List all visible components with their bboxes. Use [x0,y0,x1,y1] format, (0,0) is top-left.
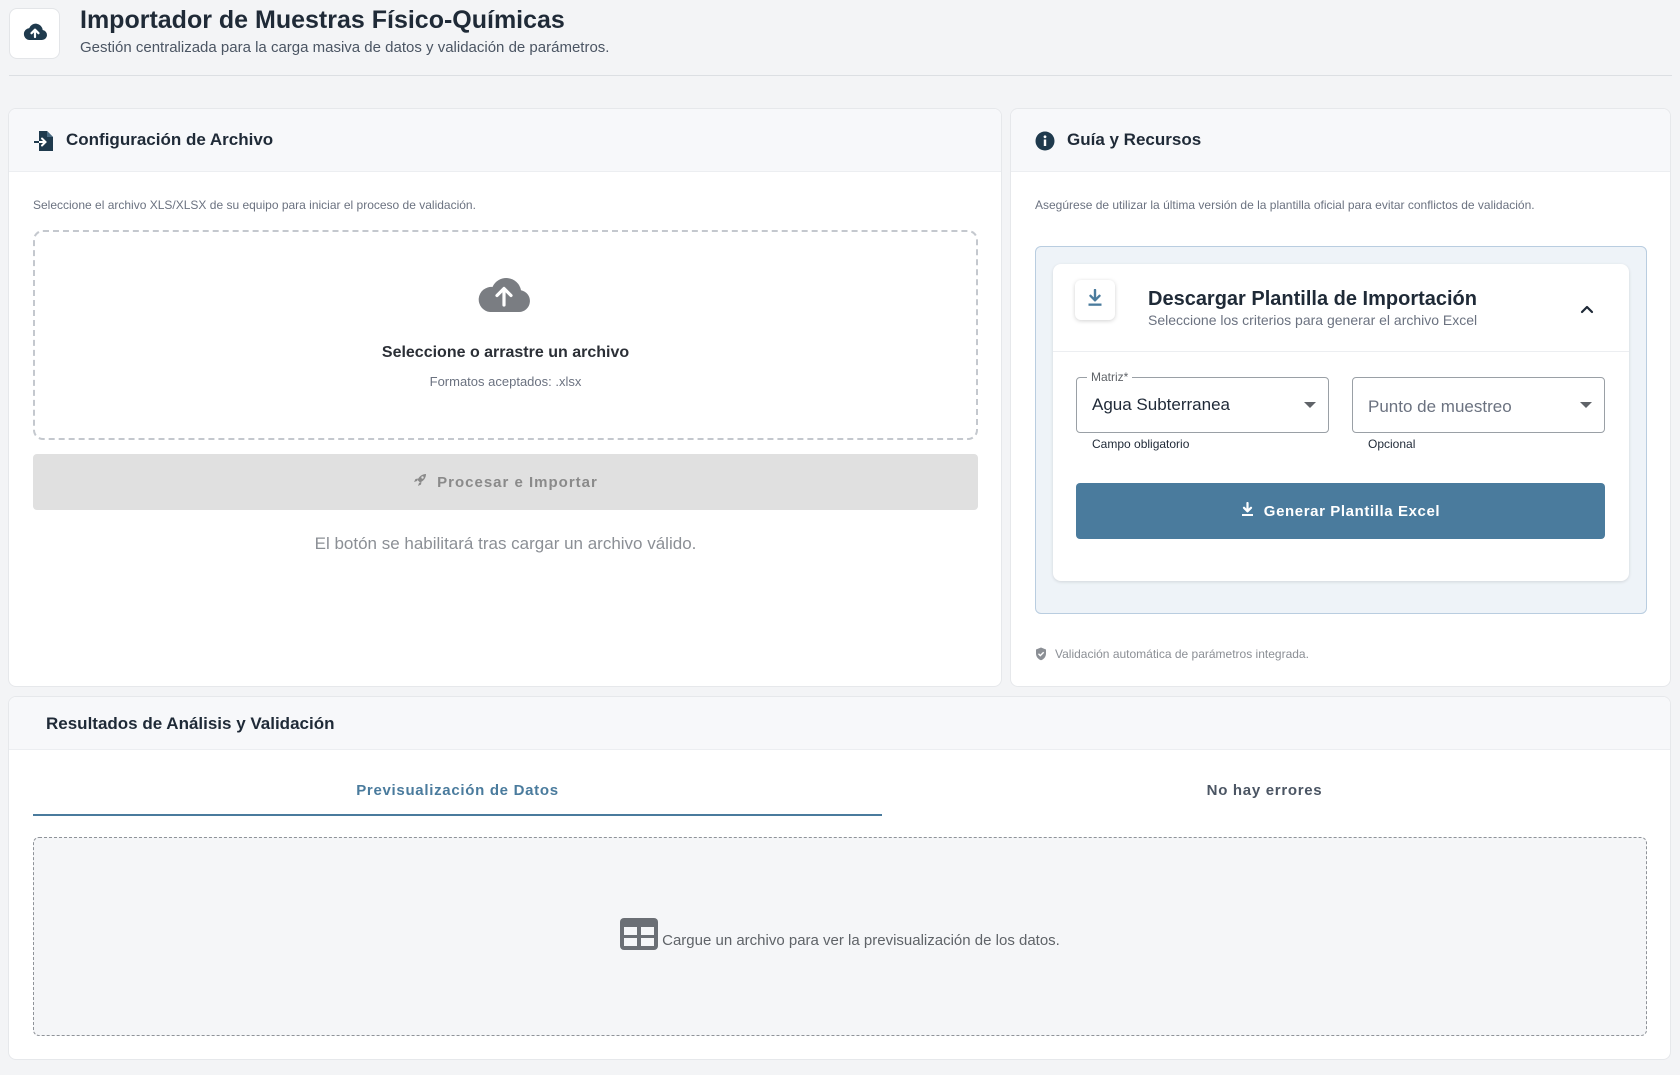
sampling-point-select[interactable]: Punto de muestreo [1352,377,1605,433]
page-subtitle: Gestión centralizada para la carga masiv… [80,39,610,56]
file-config-title: Configuración de Archivo [66,130,274,149]
template-download-panel: Descargar Plantilla de Importación Selec… [1053,264,1629,581]
tab-errors[interactable]: No hay errores [882,782,1647,816]
collapse-button[interactable] [1575,298,1599,322]
template-divider [1053,351,1629,352]
guide-title: Guía y Recursos [1067,130,1202,149]
shield-check-icon [1035,647,1047,666]
validation-note: Validación automática de parámetros inte… [1055,647,1309,661]
dropdown-caret-icon [1304,402,1316,408]
download-icon [1241,501,1254,521]
matrix-helper: Campo obligatorio [1092,437,1190,451]
tab-errors-label: No hay errores [1206,782,1323,799]
generate-template-button[interactable]: Generar Plantilla Excel [1076,483,1605,539]
guide-description: Asegúrese de utilizar la última versión … [1035,198,1535,212]
chevron-up-icon [1580,301,1594,319]
rocket-icon [413,473,427,491]
dropdown-caret-icon [1580,402,1592,408]
page-title: Importador de Muestras Físico-Químicas [80,6,565,34]
table-icon [620,918,659,955]
file-import-icon [33,130,55,157]
results-title: Resultados de Análisis y Validación [46,714,335,733]
download-icon [1087,288,1103,312]
template-subtitle: Seleccione los criterios para generar el… [1148,312,1478,328]
sampling-point-placeholder: Punto de muestreo [1368,397,1512,416]
dropzone-title: Seleccione o arrastre un archivo [381,344,630,361]
results-card: Resultados de Análisis y Validación Prev… [8,696,1671,1060]
process-hint: El botón se habilitará tras cargar un ar… [314,534,697,553]
cloud-upload-icon [477,274,531,319]
data-preview-area: Cargue un archivo para ver la previsuali… [33,837,1647,1036]
dropzone-formats: Formatos aceptados: .xlsx [429,374,582,389]
header-divider [9,75,1672,76]
file-dropzone[interactable]: Seleccione o arrastre un archivo Formato… [33,230,978,440]
process-import-button[interactable]: Procesar e Importar [33,454,978,510]
matrix-value: Agua Subterranea [1092,395,1230,414]
process-import-label: Procesar e Importar [437,473,598,491]
matrix-label: Matriz* [1087,370,1133,384]
cloud-upload-icon [22,21,48,46]
template-section: Descargar Plantilla de Importación Selec… [1035,246,1647,614]
template-title: Descargar Plantilla de Importación [1148,288,1477,310]
template-icon-box [1075,280,1115,320]
info-icon [1035,131,1055,156]
results-card-header: Resultados de Análisis y Validación [9,697,1670,750]
guide-card-header: Guía y Recursos [1011,109,1670,172]
empty-preview-text: Cargue un archivo para ver la previsuali… [662,932,1060,949]
tab-data-preview[interactable]: Previsualización de Datos [33,782,882,816]
app-logo [9,8,60,59]
sampling-point-helper: Opcional [1368,437,1416,451]
file-config-card-header: Configuración de Archivo [9,109,1001,172]
generate-template-label: Generar Plantilla Excel [1263,502,1441,520]
matrix-select[interactable]: Matriz* Agua Subterranea [1076,370,1329,433]
guide-card: Guía y Recursos Asegúrese de utilizar la… [1010,108,1671,687]
file-config-card: Configuración de Archivo Seleccione el a… [8,108,1002,687]
tab-data-preview-label: Previsualización de Datos [356,782,559,799]
file-config-description: Seleccione el archivo XLS/XLSX de su equ… [33,198,476,212]
